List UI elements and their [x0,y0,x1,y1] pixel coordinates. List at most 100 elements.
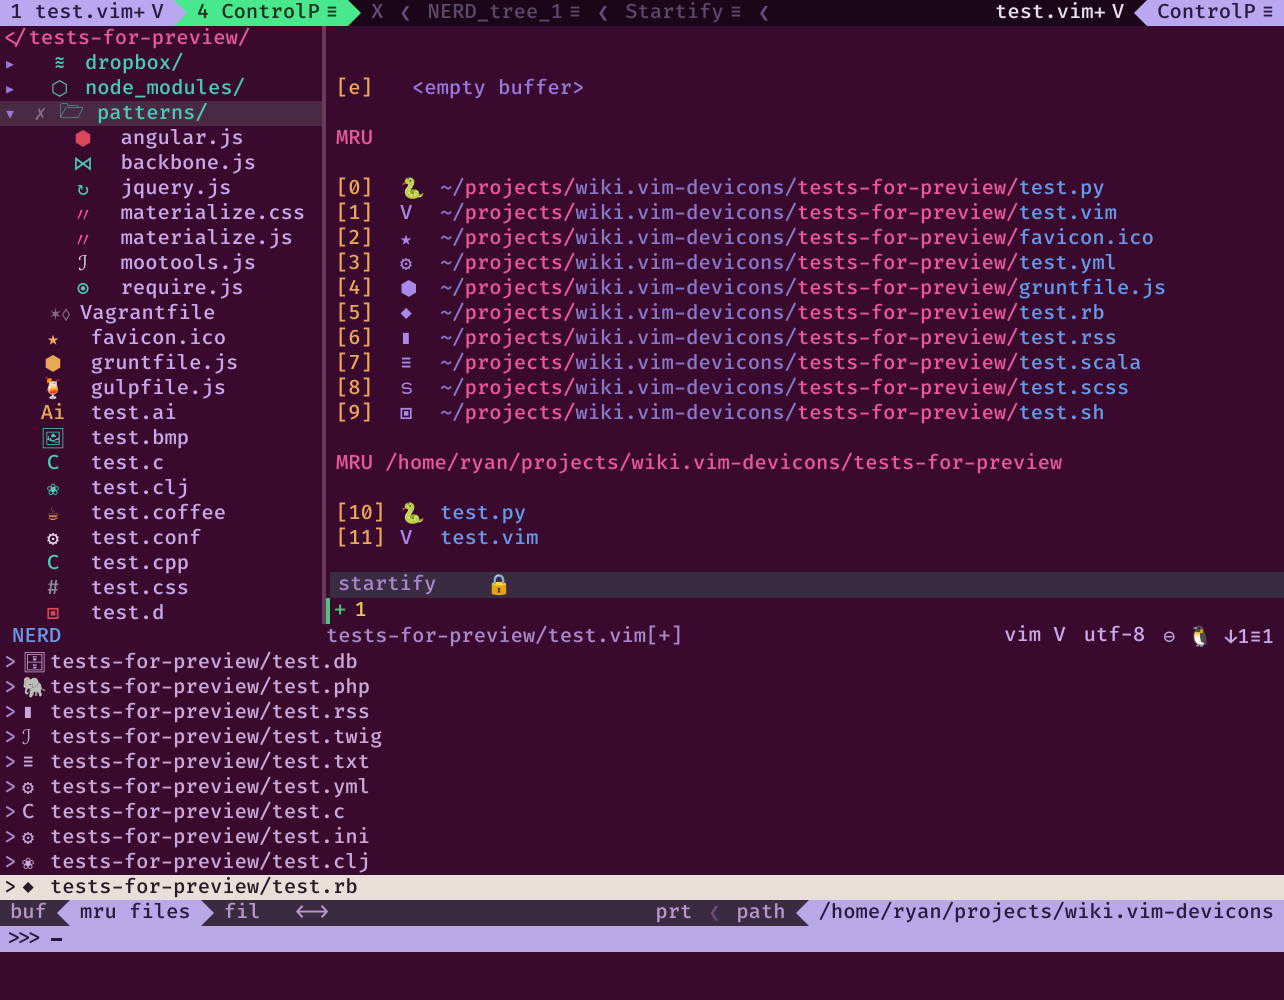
buffer-label: ControlP [1157,1,1255,25]
tree-file[interactable]: 〃 materialize.js [0,226,322,251]
file-label: favicon.ico [91,327,226,351]
tree-file-vagrant[interactable]: ✶⬨Vagrantfile [0,301,322,326]
vim-icon: V [151,1,163,25]
mru-entry[interactable]: [6]▮~/projects/wiki.vim-devicons/tests-f… [336,326,1284,351]
vagrant-icon: ✶⬨ [40,301,80,327]
file-icon: V [400,527,440,551]
tab-label: 4 ControlP [197,1,320,25]
file-icon: ◆ [400,302,440,326]
file-icon: 〃 [70,224,96,254]
tree-file[interactable]: 🖼 test.bmp [0,426,322,451]
ctrlp-row[interactable]: >🐘tests-for-preview/test.php [0,675,1284,700]
file-label: test.sh [1019,402,1105,426]
tree-file[interactable]: # test.css [0,576,322,601]
triangle-right-icon: ▸ [4,51,22,77]
mru-entry[interactable]: [0]🐍~/projects/wiki.vim-devicons/tests-f… [336,176,1284,201]
file-icon: ⚙ [22,825,50,851]
mru-entry[interactable]: [10]🐍test.py [336,501,1284,526]
result-label: tests-for-preview/test.php [50,676,370,700]
tree-folder-node-modules[interactable]: ▸ ⬡ node_modules/ [0,76,322,101]
ctrlp-statusbar: buf mru files fil <-> prt ❮ path /home/r… [0,900,1284,926]
file-label: materialize.css [121,202,306,226]
tree-file[interactable]: C test.cpp [0,551,322,576]
file-icon: ⬢ [40,351,66,377]
mru-entry[interactable]: [5]◆~/projects/wiki.vim-devicons/tests-f… [336,301,1284,326]
file-icon: ≡ [400,352,440,376]
file-label: jquery.js [121,177,232,201]
mru-entry[interactable]: [3]⚙~/projects/wiki.vim-devicons/tests-f… [336,251,1284,276]
startify-statusbar: startify 🔒 [330,572,1284,598]
tab-close[interactable]: X [361,0,393,26]
ctrlp-row[interactable]: >Ctests-for-preview/test.c [0,800,1284,825]
filename-label: tests-for-preview/test.vim[+] [326,625,683,649]
ctrlp-row[interactable]: >≡tests-for-preview/test.txt [0,750,1284,775]
tree-file[interactable]: ⬢ angular.js [0,126,322,151]
mru-entry[interactable]: [9]▣~/projects/wiki.vim-devicons/tests-f… [336,401,1284,426]
tree-file[interactable]: ◉ require.js [0,276,322,301]
tree-file[interactable]: ☕ test.coffee [0,501,322,526]
ctrlp-row[interactable]: >❀tests-for-preview/test.clj [0,850,1284,875]
startify-empty-buffer[interactable]: [e] <empty buffer> [336,76,1284,101]
mru-entry[interactable]: [7]≡~/projects/wiki.vim-devicons/tests-f… [336,351,1284,376]
tree-root[interactable]: </tests-for-preview/ [0,26,322,51]
tree-folder-patterns[interactable]: ▾ ✗ 🗁 patterns/ [0,101,322,126]
tree-file[interactable]: ▣ test.d [0,601,322,624]
mru-entry[interactable]: [2]★~/projects/wiki.vim-devicons/tests-f… [336,226,1284,251]
ctrlp-row[interactable]: >🗄tests-for-preview/test.db [0,650,1284,675]
buffer-startify[interactable]: Startify ≡ [615,0,752,26]
folder-label: node_modules/ [85,77,245,101]
arrow-icon [174,0,187,26]
tree-file[interactable]: ❀ test.clj [0,476,322,501]
tree-file[interactable]: ↻ jquery.js [0,176,322,201]
tree-folder-dropbox[interactable]: ▸ ≋ dropbox/ [0,51,322,76]
arrow-icon [1134,0,1147,26]
triangle-down-icon: ▾ [4,101,22,127]
tree-file[interactable]: 〃 materialize.css [0,201,322,226]
tree-file[interactable]: Ai test.ai [0,401,322,426]
mru-entry[interactable]: [8]ട~/projects/wiki.vim-devicons/tests-f… [336,376,1284,401]
buffer-label: Startify [625,1,723,25]
buffer-controlp-active[interactable]: ControlP ≡ [1147,0,1284,26]
file-label: test.conf [91,527,202,551]
mru-entry[interactable]: [11]Vtest.vim [336,526,1284,551]
ctrlp-row-selected[interactable]: > ◆ tests-for-preview/test.rb [0,875,1284,900]
tree-file[interactable]: ⚙ test.conf [0,526,322,551]
mode-fil[interactable]: fil [214,900,271,926]
entry-index: [0] [336,177,400,201]
spacer [776,0,985,26]
triangle-right-icon: ▸ [4,76,22,102]
mru-entry[interactable]: [4]⬢~/projects/wiki.vim-devicons/tests-f… [336,276,1284,301]
tree-file[interactable]: 🍹 gulpfile.js [0,376,322,401]
buffer-label: NERD_tree_1 [427,1,562,25]
position-label: ⊖ 🐧 ↓1≡1 [1163,624,1274,650]
nerdtree-panel[interactable]: </tests-for-preview/ ▸ ≋ dropbox/ ▸ ⬡ no… [0,26,326,624]
chevron-left-icon: ❮ [752,0,776,26]
tree-file[interactable]: ★ favicon.ico [0,326,322,351]
ctrlp-row[interactable]: >⚙tests-for-preview/test.yml [0,775,1284,800]
tab-controlp[interactable]: 4 ControlP ≡ [187,0,348,26]
chevron-right-icon: > [4,701,22,725]
empty-label: <empty buffer> [412,77,584,101]
startify-panel[interactable]: [e] <empty buffer> MRU [0]🐍~/projects/wi… [326,26,1284,624]
buffer-testvim[interactable]: test.vim+ V [985,0,1134,26]
ctrlp-results[interactable]: >🗄tests-for-preview/test.db>🐘tests-for-p… [0,650,1284,900]
tree-file[interactable]: ℐ mootools.js [0,251,322,276]
tree-file[interactable]: ⋈ backbone.js [0,151,322,176]
file-icon: V [400,202,440,226]
ctrlp-prompt[interactable]: >>> [0,926,1284,952]
ctrlp-row[interactable]: >⚙tests-for-preview/test.ini [0,825,1284,850]
mode-buf[interactable]: buf [0,900,57,926]
file-icon: 🖼 [40,426,66,452]
ctrlp-row[interactable]: >ℐtests-for-preview/test.twig [0,725,1284,750]
lock-icon: 🔒 [486,572,511,598]
ctrlp-row[interactable]: >▮tests-for-preview/test.rss [0,700,1284,725]
buffer-nerdtree[interactable]: NERD_tree_1 ≡ [417,0,591,26]
file-label: test.rss [1019,327,1117,351]
ruby-icon: ◆ [22,876,50,900]
dropbox-icon: ≋ [47,52,73,76]
tree-file[interactable]: ⬢ gruntfile.js [0,351,322,376]
mru-entry[interactable]: [1]V~/projects/wiki.vim-devicons/tests-f… [336,201,1284,226]
tab-test-vim[interactable]: 1 test.vim+ V [0,0,174,26]
mode-mru-active[interactable]: mru files [70,900,201,926]
tree-file[interactable]: C test.c [0,451,322,476]
